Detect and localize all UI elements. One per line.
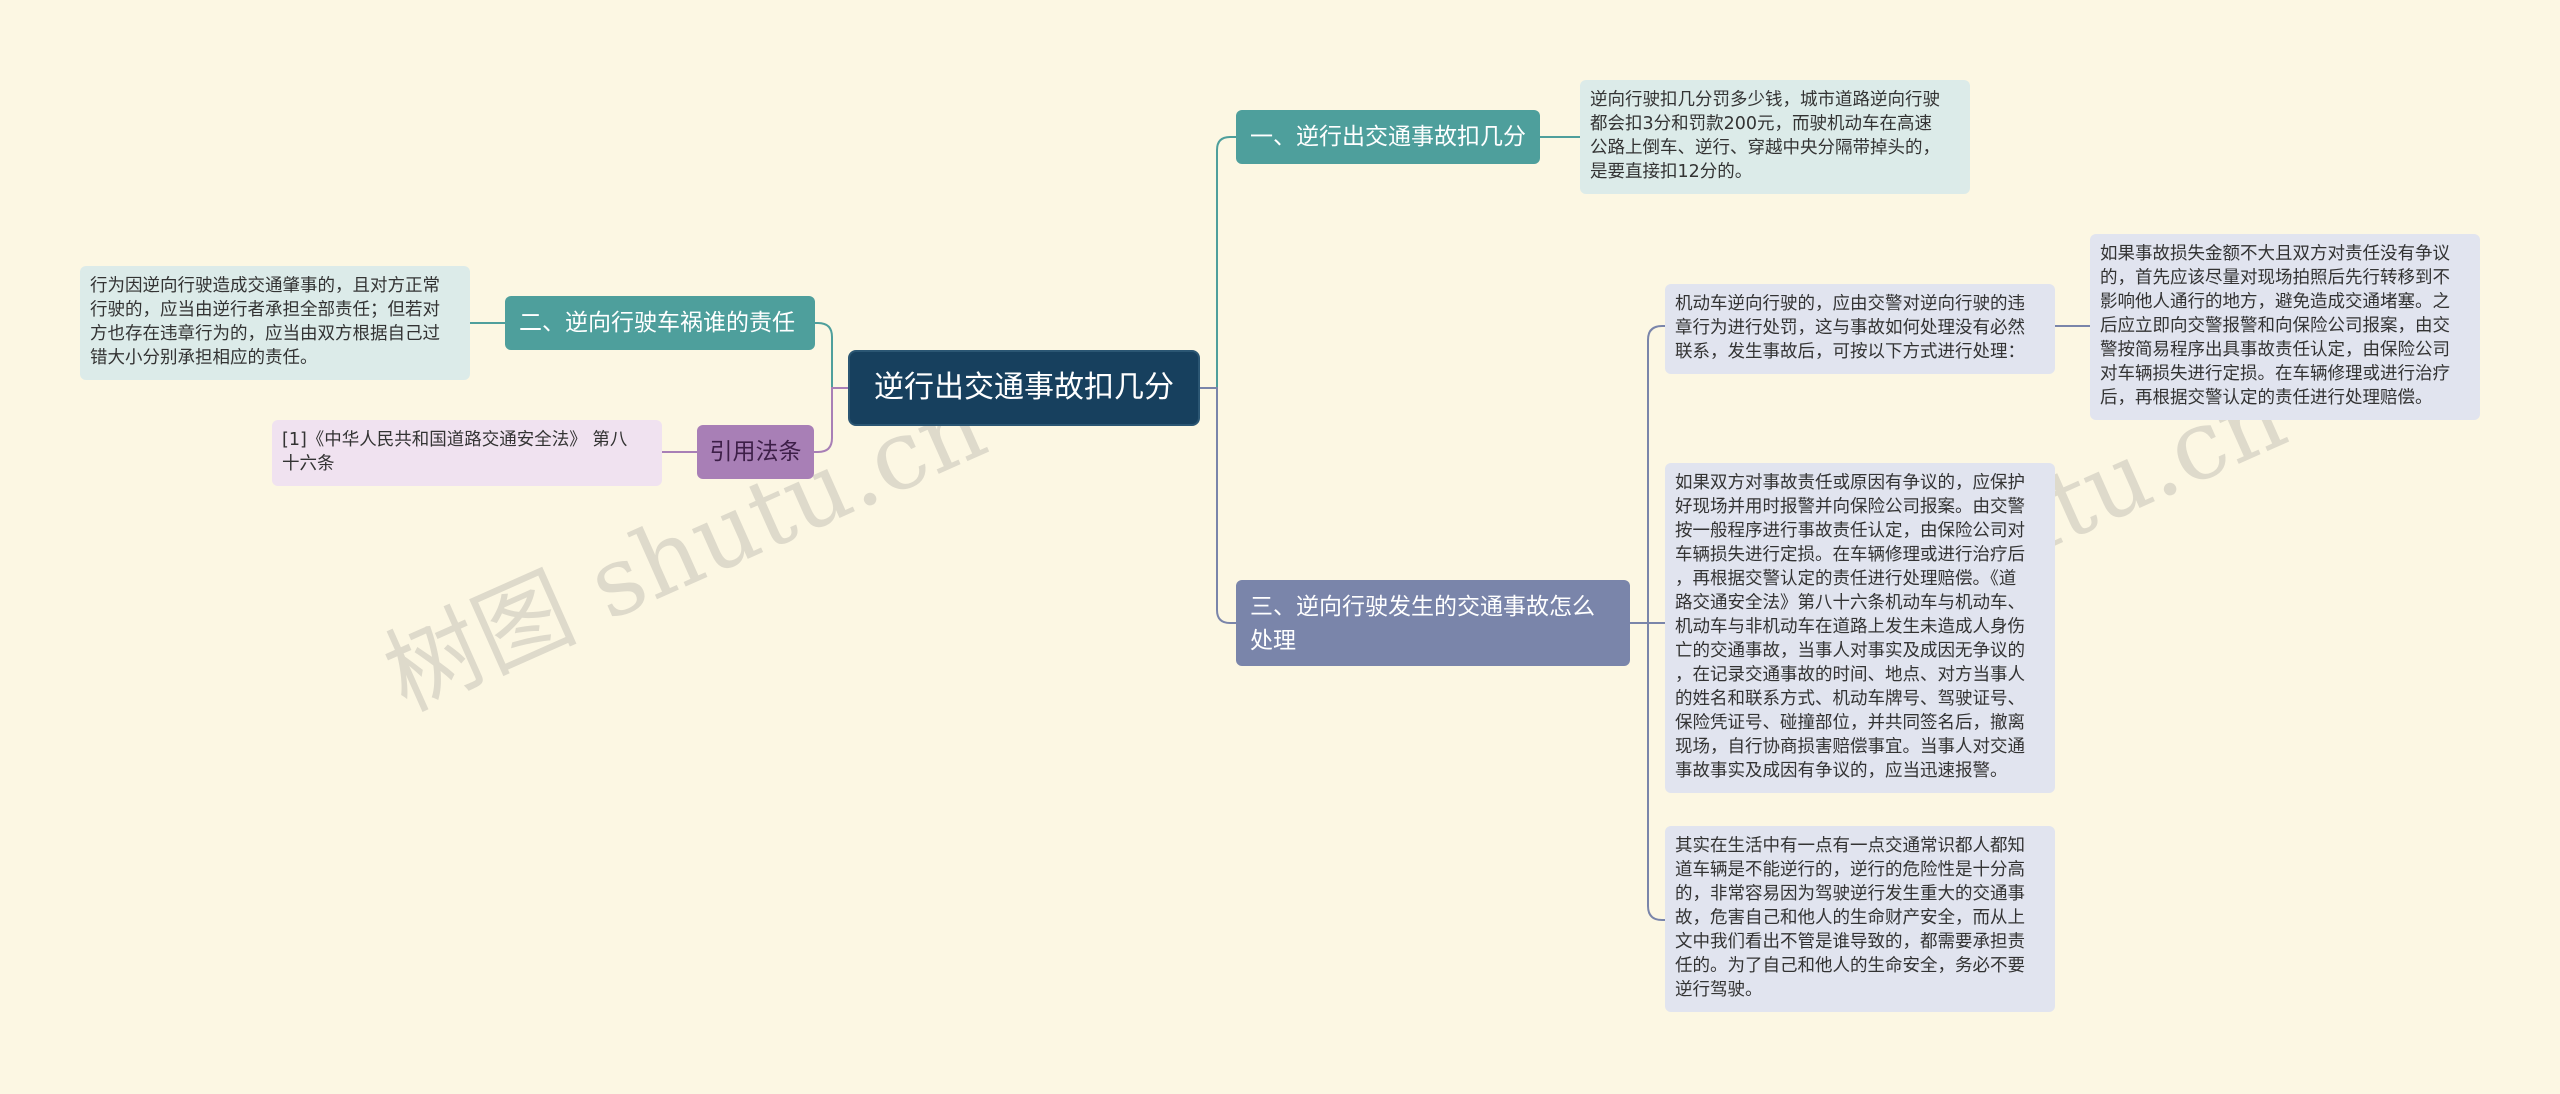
branch-deduct-points[interactable]: 一、逆行出交通事故扣几分 (1236, 110, 1540, 164)
leaf-minor-accident[interactable]: 如果事故损失金额不大且双方对责任没有争议 的，首先应该尽量对现场拍照后先行转移到… (2090, 234, 2480, 420)
root-topic[interactable]: 逆行出交通事故扣几分 (848, 350, 1200, 426)
branch-handling[interactable]: 三、逆向行驶发生的交通事故怎么 处理 (1236, 580, 1630, 666)
leaf-handling-intro[interactable]: 机动车逆向行驶的，应由交警对逆向行驶的违 章行为进行处罚，这与事故如何处理没有必… (1665, 284, 2055, 374)
branch-liability[interactable]: 二、逆向行驶车祸谁的责任 (505, 296, 815, 350)
leaf-deduct-points-detail[interactable]: 逆向行驶扣几分罚多少钱，城市道路逆向行驶 都会扣3分和罚款200元，而驶机动车在… (1580, 80, 1970, 194)
connector-lines (470, 136, 2090, 921)
leaf-citation-detail[interactable]: [1]《中华人民共和国道路交通安全法》 第八 十六条 (272, 420, 662, 486)
branch-citation[interactable]: 引用法条 (697, 425, 814, 479)
leaf-disputed-accident[interactable]: 如果双方对事故责任或原因有争议的，应保护 好现场并用时报警并向保险公司报案。由交… (1665, 463, 2055, 793)
leaf-safety-advice[interactable]: 其实在生活中有一点有一点交通常识都人都知 道车辆是不能逆行的，逆行的危险性是十分… (1665, 826, 2055, 1012)
leaf-liability-detail[interactable]: 行为因逆向行驶造成交通肇事的，且对方正常 行驶的，应当由逆行者承担全部责任；但若… (80, 266, 470, 380)
